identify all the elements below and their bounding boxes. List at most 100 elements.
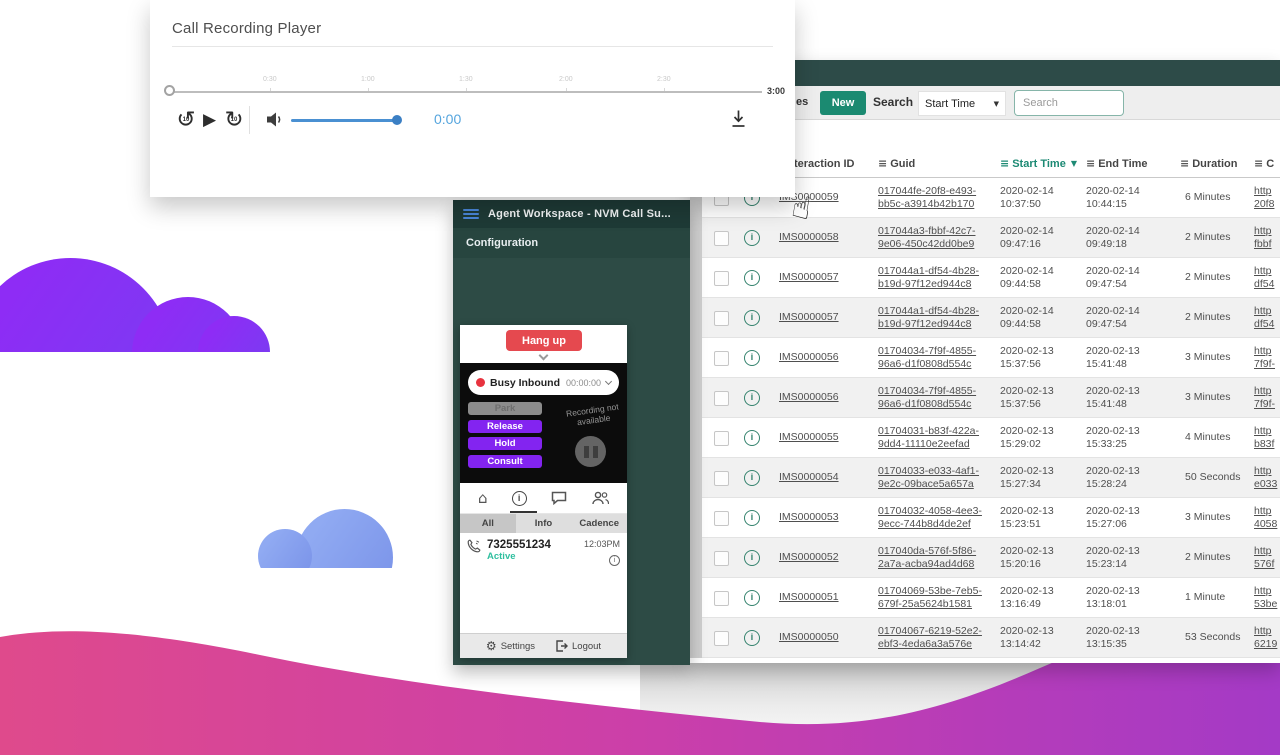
interaction-id-link[interactable]: IMS0000055 [779,431,839,443]
row-checkbox[interactable] [714,551,729,566]
guid-link[interactable]: 01704067-6219-52e2-ebf3-4eda6a3a576e [878,625,1000,652]
configuration-section-label[interactable]: Configuration [453,228,690,258]
column-header-end-time[interactable]: ≡End Time [1086,157,1180,170]
row-checkbox[interactable] [714,631,729,646]
guid-link[interactable]: 017044fe-20f8-e493-bb5c-a3914b42b170 [878,185,1000,212]
recording-url-link[interactable]: http7f9f- [1254,385,1280,412]
row-checkbox[interactable] [714,231,729,246]
recording-url-link[interactable]: httpdf54 [1254,305,1280,332]
recording-url-link[interactable]: httpdf54 [1254,265,1280,292]
contacts-icon[interactable] [591,491,609,505]
download-icon[interactable] [730,109,747,128]
pause-recording-button[interactable] [575,436,606,467]
row-checkbox[interactable] [714,511,729,526]
info-icon[interactable]: i [744,630,760,646]
recording-url-link[interactable]: http53be [1254,585,1280,612]
guid-link[interactable]: 01704033-e033-4af1-9e2c-09bace5a657a [878,465,1000,492]
info-icon[interactable]: i [744,590,760,606]
agent-status-pill[interactable]: Busy Inbound 00:00:00 [468,370,619,395]
info-tab-icon[interactable]: i [512,491,527,506]
interaction-id-link[interactable]: IMS0000058 [779,231,839,243]
info-icon[interactable]: i [744,390,760,406]
interaction-id-link[interactable]: IMS0000051 [779,591,839,603]
logout-button[interactable]: Logout [555,640,601,652]
info-icon[interactable]: i [744,430,760,446]
info-icon[interactable]: i [744,510,760,526]
info-icon[interactable]: i [744,230,760,246]
recording-url-link[interactable]: http20f8 [1254,185,1280,212]
row-checkbox[interactable] [714,431,729,446]
interaction-id-link[interactable]: IMS0000054 [779,471,839,483]
row-checkbox[interactable] [714,271,729,286]
guid-link[interactable]: 01704034-7f9f-4855-96a6-d1f0808d554c [878,345,1000,372]
hang-up-button[interactable]: Hang up [506,330,582,351]
settings-button[interactable]: ⚙ Settings [486,639,535,653]
call-info-icon[interactable]: i [609,555,620,566]
column-header-duration[interactable]: ≡Duration [1180,157,1254,170]
forward-10-button[interactable]: ↻10 [222,108,246,132]
info-icon[interactable]: i [744,310,760,326]
guid-link[interactable]: 017044a3-fbbf-42c7-9e06-450c42dd0be9 [878,225,1000,252]
volume-slider-track[interactable] [291,119,397,122]
row-gutter [690,298,702,338]
column-header-link[interactable]: ≡C [1254,157,1280,170]
interaction-id-link[interactable]: IMS0000056 [779,351,839,363]
interaction-id-link[interactable]: IMS0000057 [779,271,839,283]
chat-icon[interactable] [551,491,567,505]
info-icon[interactable]: i [744,270,760,286]
release-button[interactable]: Release [468,420,542,433]
guid-link[interactable]: 017044a1-df54-4b28-b19d-97f12ed944c8 [878,265,1000,292]
volume-slider-handle[interactable] [392,115,402,125]
hamburger-menu-icon[interactable] [463,209,479,220]
info-icon[interactable]: i [744,350,760,366]
row-checkbox[interactable] [714,391,729,406]
interaction-id-link[interactable]: IMS0000057 [779,311,839,323]
search-input[interactable] [1014,90,1124,116]
consult-button[interactable]: Consult [468,455,542,468]
info-icon[interactable]: i [744,470,760,486]
interaction-id-link[interactable]: IMS0000053 [779,511,839,523]
recording-url-link[interactable]: http7f9f- [1254,345,1280,372]
tab-cadence[interactable]: Cadence [571,514,627,533]
info-icon[interactable]: i [744,550,760,566]
row-checkbox[interactable] [714,591,729,606]
new-button[interactable]: New [820,91,866,115]
seek-handle[interactable] [164,85,175,96]
collapse-chevron-icon[interactable] [539,351,549,361]
tab-all[interactable]: All [460,514,516,533]
search-field-dropdown[interactable]: Start Time ▼ [918,91,1006,116]
tab-info[interactable]: Info [516,514,572,533]
hold-button[interactable]: Hold [468,437,542,450]
guid-link[interactable]: 01704034-7f9f-4855-96a6-d1f0808d554c [878,385,1000,412]
softphone-tabs: All Info Cadence [460,514,627,533]
recording-url-link[interactable]: http6219 [1254,625,1280,652]
recording-url-link[interactable]: httpe033 [1254,465,1280,492]
table-row: i IMS0000057 017044a1-df54-4b28-b19d-97f… [690,258,1280,298]
play-button[interactable]: ▶ [203,110,216,130]
active-call-list-item[interactable]: 7325551234 Active 12:03PM i [460,533,627,571]
interaction-id-link[interactable]: IMS0000050 [779,631,839,643]
rewind-10-button[interactable]: ↺10 [174,108,198,132]
recording-url-link[interactable]: http4058 [1254,505,1280,532]
column-header-guid[interactable]: ≡Guid [878,157,1000,170]
row-checkbox[interactable] [714,311,729,326]
row-checkbox[interactable] [714,471,729,486]
recording-url-link[interactable]: httpb83f [1254,425,1280,452]
park-button[interactable]: Park [468,402,542,415]
row-checkbox[interactable] [714,351,729,366]
guid-link[interactable]: 01704069-53be-7eb5-679f-25a5624b1581 [878,585,1000,612]
volume-icon[interactable] [266,111,285,128]
table-row: i IMS0000057 017044a1-df54-4b28-b19d-97f… [690,298,1280,338]
interaction-id-link[interactable]: IMS0000056 [779,391,839,403]
interaction-id-link[interactable]: IMS0000052 [779,551,839,563]
home-icon[interactable]: ⌂ [478,489,488,507]
guid-link[interactable]: 017040da-576f-5f86-2a7a-acba94ad4d68 [878,545,1000,572]
guid-link[interactable]: 017044a1-df54-4b28-b19d-97f12ed944c8 [878,305,1000,332]
seek-track[interactable] [170,91,762,93]
guid-link[interactable]: 01704031-b83f-422a-9dd4-11110e2eefad [878,425,1000,452]
guid-link[interactable]: 01704032-4058-4ee3-9ecc-744b8d4de2ef [878,505,1000,532]
column-header-start-time[interactable]: ≡Start Time▼ [1000,157,1086,170]
row-gutter [690,578,702,618]
recording-url-link[interactable]: http576f [1254,545,1280,572]
recording-url-link[interactable]: httpfbbf [1254,225,1280,252]
